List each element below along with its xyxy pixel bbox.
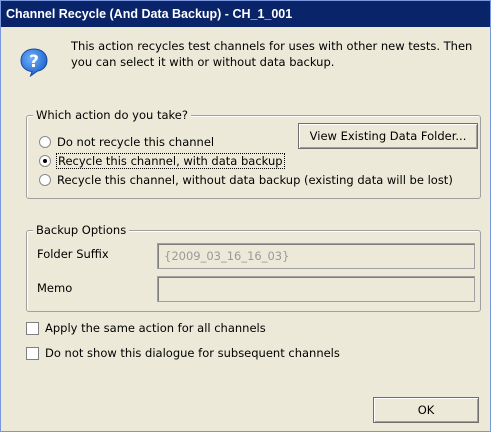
- ok-button[interactable]: OK: [373, 397, 479, 423]
- backup-options-legend: Backup Options: [33, 223, 130, 237]
- radio-label: Do not recycle this channel: [57, 135, 215, 149]
- svg-text:?: ?: [29, 52, 39, 72]
- do-not-show-dialogue-checkbox-row[interactable]: Do not show this dialogue for subsequent…: [26, 344, 340, 362]
- radio-button-selected[interactable]: [39, 155, 51, 167]
- apply-all-channels-label: Apply the same action for all channels: [45, 321, 266, 335]
- memo-label: Memo: [37, 281, 73, 295]
- action-group: Which action do you take? Do not recycle…: [26, 108, 481, 199]
- folder-suffix-field[interactable]: {2009_03_16_16_03}: [157, 243, 475, 269]
- do-not-show-dialogue-checkbox[interactable]: [26, 346, 39, 360]
- memo-field[interactable]: [157, 276, 475, 302]
- radio-recycle-without-backup[interactable]: Recycle this channel, without data backu…: [39, 171, 453, 189]
- dialog-window: Channel Recycle (And Data Backup) - CH_1…: [0, 0, 491, 432]
- radio-button[interactable]: [39, 174, 51, 186]
- question-icon: ?: [19, 47, 49, 78]
- backup-options-group: Backup Options Folder Suffix {2009_03_16…: [26, 223, 481, 312]
- title-bar[interactable]: Channel Recycle (And Data Backup) - CH_1…: [1, 1, 490, 27]
- folder-suffix-label: Folder Suffix: [37, 247, 109, 261]
- view-existing-data-folder-button[interactable]: View Existing Data Folder...: [298, 123, 478, 149]
- action-group-legend: Which action do you take?: [33, 108, 191, 122]
- ok-button-label: OK: [417, 403, 435, 417]
- radio-button[interactable]: [39, 136, 51, 148]
- radio-label: Recycle this channel, without data backu…: [57, 173, 453, 187]
- radio-label: Recycle this channel, with data backup: [56, 153, 285, 169]
- window-title: Channel Recycle (And Data Backup) - CH_1…: [6, 7, 293, 21]
- view-folder-button-label: View Existing Data Folder...: [309, 129, 467, 143]
- radio-do-not-recycle[interactable]: Do not recycle this channel: [39, 133, 214, 151]
- message-text: This action recycles test channels for u…: [71, 39, 473, 69]
- apply-all-channels-checkbox-row[interactable]: Apply the same action for all channels: [26, 319, 266, 337]
- apply-all-channels-checkbox[interactable]: [26, 321, 39, 335]
- do-not-show-dialogue-label: Do not show this dialogue for subsequent…: [45, 346, 340, 360]
- radio-recycle-with-backup[interactable]: Recycle this channel, with data backup: [39, 152, 285, 170]
